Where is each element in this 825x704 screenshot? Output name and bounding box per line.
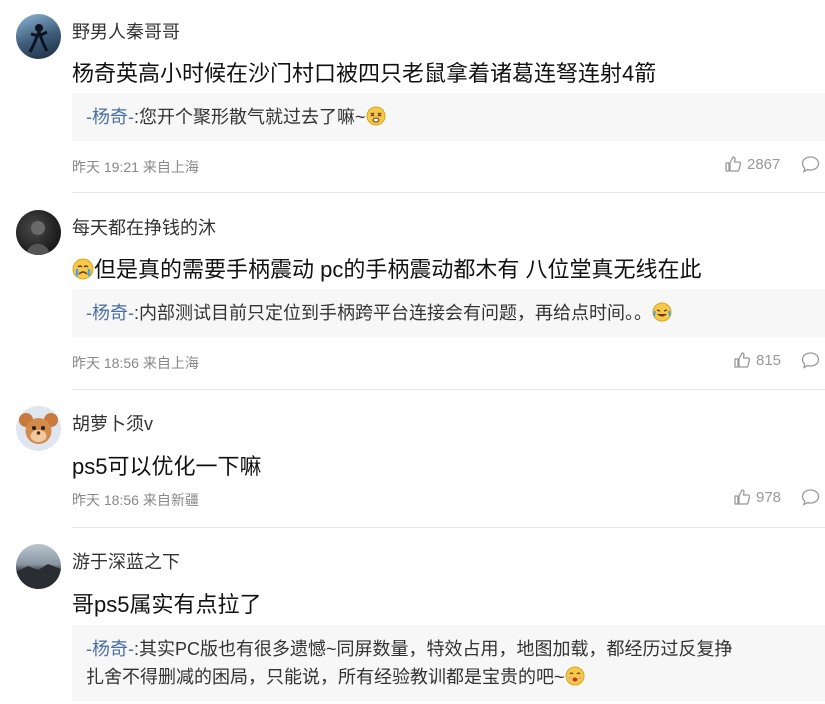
comment-time: 昨天 18:56 xyxy=(72,355,139,371)
comment-location: 来自新疆 xyxy=(142,492,199,508)
reply-author[interactable]: -杨奇- xyxy=(86,107,134,127)
username[interactable]: 野男人秦哥哥 xyxy=(72,18,180,44)
comment-meta: 昨天 19:21 来自上海 xyxy=(72,157,199,177)
comment-meta: 昨天 18:56 来自上海 xyxy=(72,353,199,373)
laughing-crying-emoji xyxy=(652,302,672,322)
avatar[interactable] xyxy=(16,406,61,451)
comment-location: 来自上海 xyxy=(142,159,199,175)
divider xyxy=(72,192,825,193)
avatar-cartoon-mouse-icon xyxy=(19,413,58,444)
comment-time: 昨天 18:56 xyxy=(72,492,139,508)
comment-text: 但是真的需要手柄震动 pc的手柄震动都木有 八位堂真无线在此 xyxy=(72,252,701,284)
comment-text: ps5可以优化一下嘛 xyxy=(72,454,262,479)
comment-location: 来自上海 xyxy=(142,355,199,371)
like-button[interactable]: 2867 xyxy=(724,155,780,173)
reply-text: 扎舍不得删减的困局，只能说，所有经验教训都是宝贵的吧~ xyxy=(86,667,565,687)
avatar-figure-icon xyxy=(26,221,50,255)
like-icon xyxy=(734,352,751,368)
divider xyxy=(72,389,825,390)
username[interactable]: 胡萝卜须v xyxy=(72,410,153,436)
username[interactable]: 每天都在挣钱的沐 xyxy=(72,214,216,240)
crying-emoji xyxy=(72,258,94,280)
comment-icon[interactable] xyxy=(801,155,820,173)
like-count: 2867 xyxy=(747,155,781,173)
comment-text: 杨奇英高小时候在沙门村口被四只老鼠拿着诸葛连弩连射4箭 xyxy=(72,61,657,86)
comment-meta: 昨天 18:56 来自新疆 xyxy=(72,490,199,510)
reply-text: 您开个聚形散气就过去了嘛~ xyxy=(139,107,366,127)
like-button[interactable]: 978 xyxy=(733,488,781,506)
reply-line: -杨奇-:其实PC版也有很多遗憾~同屏数量，特效占用，地图加载，都经历过反复挣 xyxy=(86,635,811,663)
like-icon xyxy=(734,489,751,505)
avatar[interactable] xyxy=(16,210,61,255)
reply-author[interactable]: -杨奇- xyxy=(86,303,134,323)
comment-time: 昨天 19:21 xyxy=(72,159,139,175)
like-button[interactable]: 815 xyxy=(733,351,781,369)
reply-text: 其实PC版也有很多遗憾~同屏数量，特效占用，地图加载，都经历过反复挣 xyxy=(139,639,733,659)
reply-line: 扎舍不得删减的困局，只能说，所有经验教训都是宝贵的吧~ xyxy=(86,663,811,691)
comment-text: 哥ps5属实有点拉了 xyxy=(72,592,262,617)
like-icon xyxy=(725,156,742,172)
reply-author[interactable]: -杨奇- xyxy=(86,639,134,659)
blush-emoji xyxy=(565,666,585,686)
divider xyxy=(72,527,825,528)
comment-icon[interactable] xyxy=(801,488,820,506)
reply-text: 内部测试目前只定位到手柄跨平台连接会有问题，再给点时间。。 xyxy=(139,303,653,323)
avatar-silhouette-icon xyxy=(28,24,49,53)
avatar[interactable] xyxy=(16,14,61,59)
reply-box: -杨奇-:其实PC版也有很多遗憾~同屏数量，特效占用，地图加载，都经历过反复挣 … xyxy=(72,625,825,701)
like-count: 978 xyxy=(756,488,782,506)
username[interactable]: 游于深蓝之下 xyxy=(72,548,180,574)
reply-box: -杨奇-:内部测试目前只定位到手柄跨平台连接会有问题，再给点时间。。 xyxy=(72,289,825,337)
like-count: 815 xyxy=(756,351,782,369)
comment-icon[interactable] xyxy=(801,351,820,369)
dizzy-emoji xyxy=(366,106,386,126)
reply-box: -杨奇-:您开个聚形散气就过去了嘛~ xyxy=(72,93,825,141)
avatar-landscape-icon xyxy=(16,564,61,589)
avatar[interactable] xyxy=(16,544,61,589)
